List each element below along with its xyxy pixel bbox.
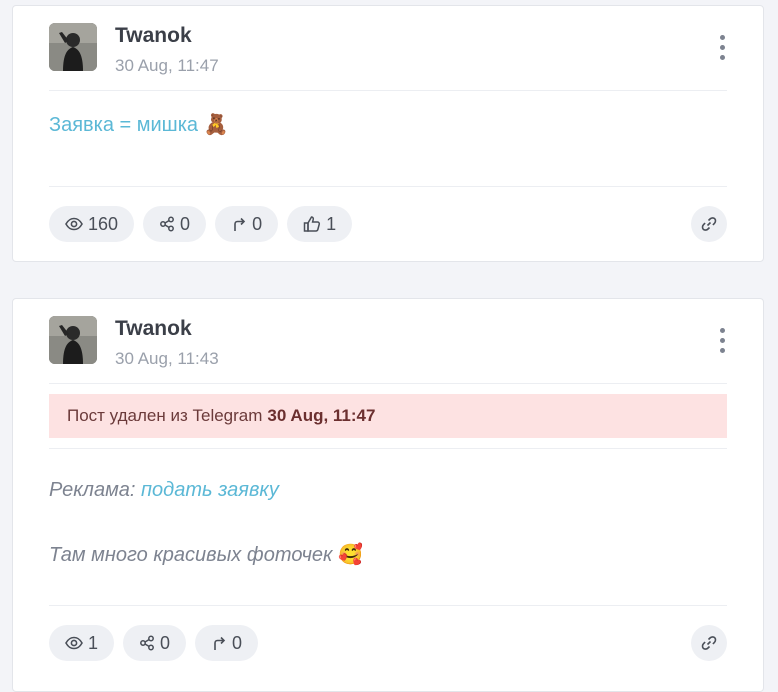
author-name[interactable]: Twanok [115,24,192,48]
forwards-count: 0 [232,632,243,653]
post-card: Twanok 30 Aug, 11:47 Заявка = мишка 🧸 16… [12,5,764,262]
post-text-content: Там много красивых фоточек [49,544,333,566]
post-header: Twanok 30 Aug, 11:47 [49,23,727,91]
forwards-stat: 0 [215,206,279,242]
forward-arrow-icon [234,217,246,231]
views-count: 1 [88,632,99,653]
deleted-alert: Пост удален из Telegram 30 Aug, 11:47 [49,394,727,438]
avatar[interactable] [49,23,97,71]
shares-stat: 0 [123,625,187,661]
post-date: 30 Aug, 11:43 [115,349,219,368]
share-icon [140,635,154,651]
thumbs-up-icon [303,216,321,232]
share-icon [160,216,174,232]
more-options-icon[interactable] [713,326,731,356]
forwards-count: 0 [252,213,263,234]
link-icon [701,217,717,231]
teddy-bear-emoji: 🧸 [203,114,229,136]
views-stat: 1 [49,625,115,661]
divider [49,186,727,187]
submit-request-link[interactable]: подать заявку [141,479,279,501]
shares-stat: 0 [143,206,207,242]
ad-label: Реклама: [49,479,136,501]
divider [49,448,727,449]
more-options-icon[interactable] [713,33,731,63]
likes-stat: 1 [287,206,353,242]
post-text: Там много красивых фоточек 🥰 [49,542,727,567]
smiling-hearts-emoji: 🥰 [338,544,363,566]
eye-icon [65,636,83,650]
ad-line: Реклама: подать заявку [49,479,727,502]
forward-arrow-icon [214,636,226,650]
views-count: 160 [88,213,119,234]
link-icon [701,636,717,650]
post-stats: 160 0 0 1 [49,206,353,242]
deleted-notice-text: Пост удален из Telegram [67,406,263,425]
divider [49,605,727,606]
post-header: Twanok 30 Aug, 11:43 [49,316,727,384]
post-text: Заявка = мишка 🧸 [49,112,727,137]
forwards-stat: 0 [195,625,259,661]
deleted-date: 30 Aug, 11:47 [267,406,376,425]
shares-count: 0 [160,632,171,653]
views-stat: 160 [49,206,135,242]
post-date: 30 Aug, 11:47 [115,56,219,75]
post-stats: 1 0 0 [49,625,259,661]
author-name[interactable]: Twanok [115,317,192,341]
copy-link-button[interactable] [691,625,727,661]
avatar[interactable] [49,316,97,364]
shares-count: 0 [180,213,191,234]
likes-count: 1 [326,213,337,234]
post-text-content: Заявка = мишка [49,114,199,136]
eye-icon [65,217,83,231]
post-card: Twanok 30 Aug, 11:43 Пост удален из Tele… [12,298,764,692]
copy-link-button[interactable] [691,206,727,242]
